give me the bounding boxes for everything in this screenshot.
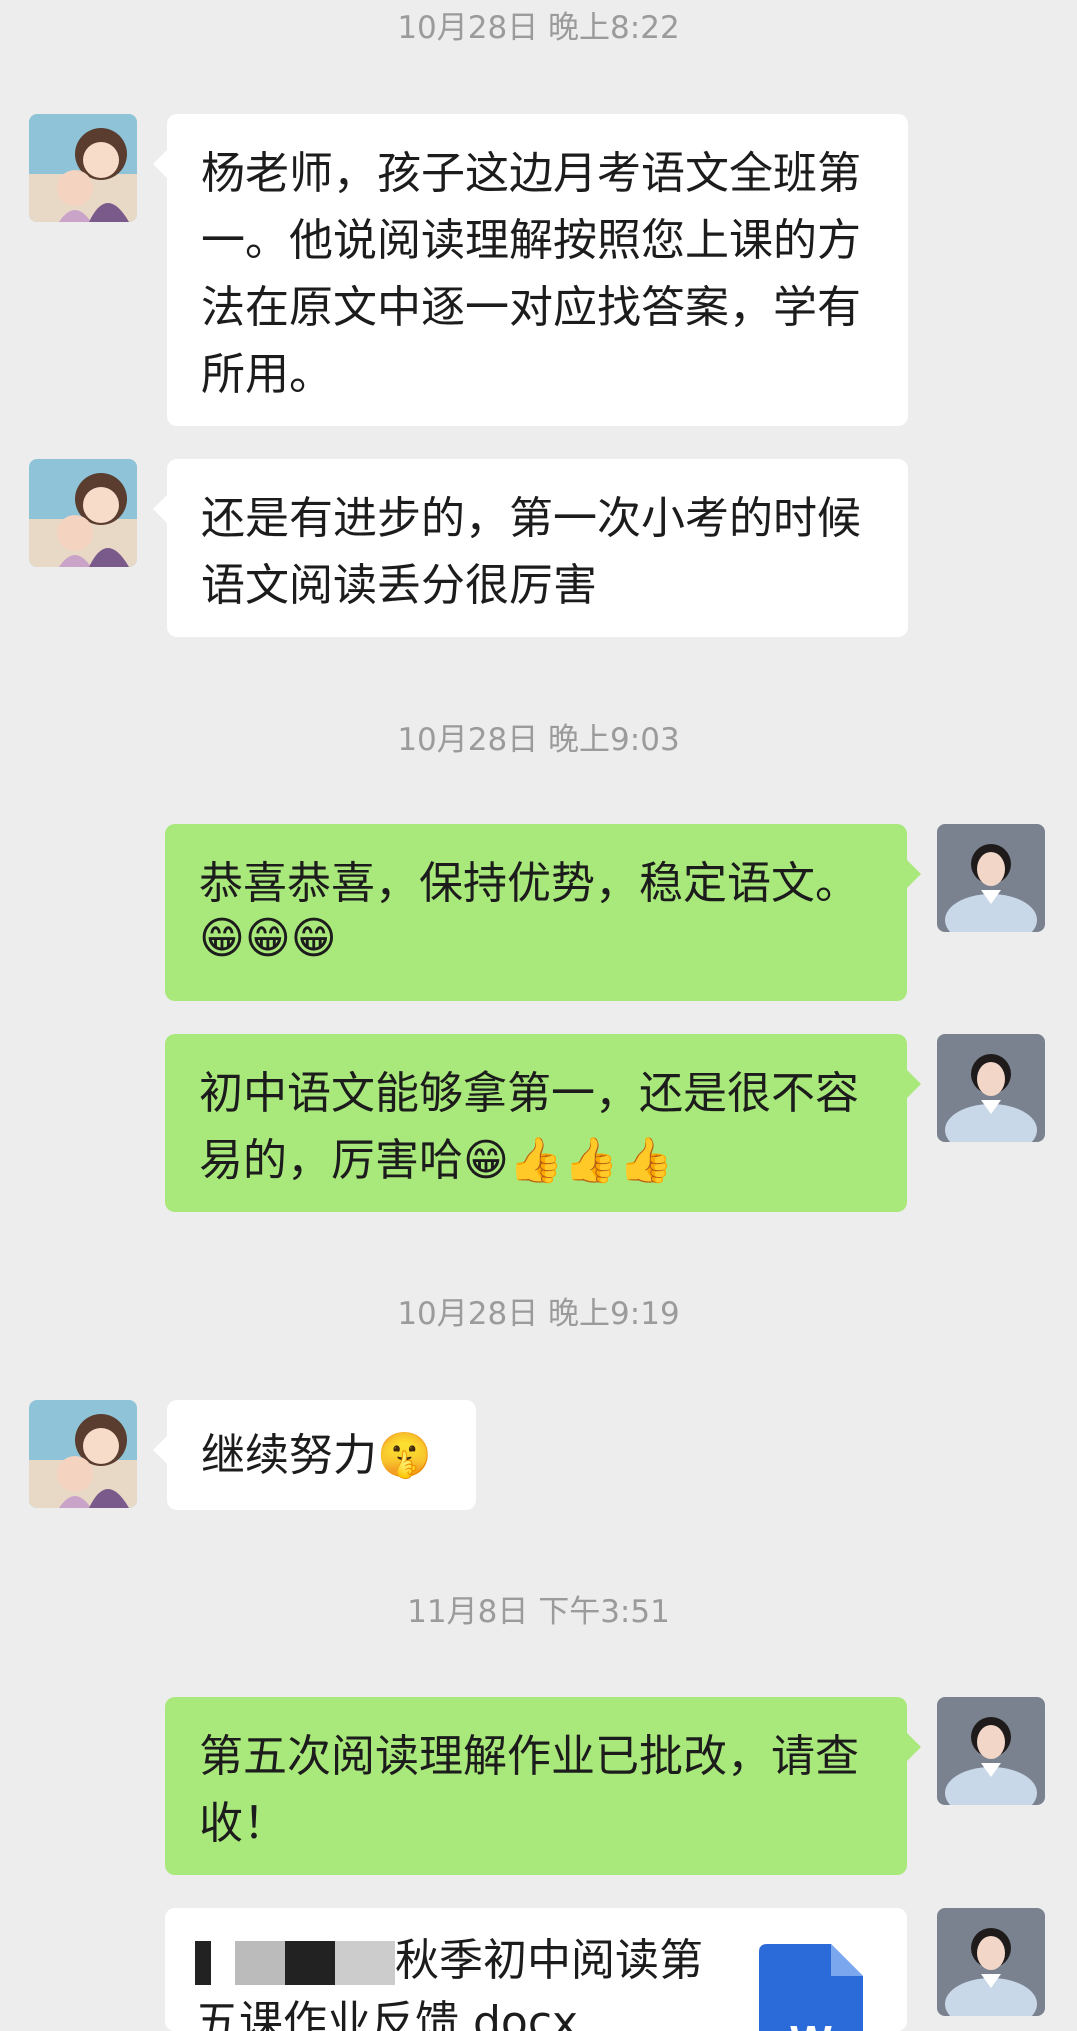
teacher-avatar[interactable]	[937, 1034, 1045, 1142]
anime-avatar-image	[29, 459, 137, 567]
message-bubble-incoming[interactable]: 还是有进步的，第一次小考的时候语文阅读丢分很厉害	[153, 459, 908, 637]
parent-avatar[interactable]	[29, 1400, 137, 1508]
message-bubble-outgoing[interactable]: 恭喜恭喜，保持优势，稳定语文。 😁😁😁	[165, 824, 921, 1001]
anime-avatar-image	[29, 1400, 137, 1508]
teacher-photo-image	[937, 1697, 1045, 1805]
message-text: 还是有进步的，第一次小考的时候语文阅读丢分很厉害	[201, 493, 861, 611]
teacher-photo-image	[937, 1908, 1045, 2016]
message-text: 恭喜恭喜，保持优势，稳定语文。	[199, 858, 859, 909]
redacted-text	[195, 1941, 395, 1985]
parent-avatar[interactable]	[29, 459, 137, 567]
message-bubble-incoming[interactable]: 杨老师，孩子这边月考语文全班第一。他说阅读理解按照您上课的方法在原文中逐一对应找…	[153, 114, 908, 426]
message-bubble-outgoing[interactable]: 第五次阅读理解作业已批改，请查收！	[165, 1697, 921, 1875]
teacher-avatar[interactable]	[937, 824, 1045, 932]
message-text: 继续努力	[201, 1430, 377, 1481]
shushing-face-emoji: 🤫	[377, 1430, 432, 1481]
teacher-photo-image	[937, 824, 1045, 932]
message-text: 第五次阅读理解作业已批改，请查收！	[199, 1731, 859, 1849]
timestamp-2: 10月28日 晚上9:03	[397, 722, 680, 758]
grin-emoji-row: 😁😁😁	[199, 913, 337, 964]
anime-avatar-image	[29, 114, 137, 222]
message-bubble-outgoing[interactable]: 初中语文能够拿第一，还是很不容易的，厉害哈😁👍👍👍	[165, 1034, 921, 1212]
teacher-avatar[interactable]	[937, 1697, 1045, 1805]
message-bubble-incoming[interactable]: 继续努力🤫	[153, 1400, 476, 1510]
file-name: 秋季初中阅读第 五课作业反馈.docx	[195, 1935, 703, 2031]
teacher-photo-image	[937, 1034, 1045, 1142]
word-doc-icon: W	[759, 1944, 863, 2031]
parent-avatar[interactable]	[29, 114, 137, 222]
teacher-avatar[interactable]	[937, 1908, 1045, 2016]
svg-text:W: W	[790, 2017, 832, 2031]
timestamp-3: 10月28日 晚上9:19	[397, 1296, 680, 1332]
timestamp-4: 11月8日 下午3:51	[407, 1594, 670, 1630]
timestamp-1: 10月28日 晚上8:22	[397, 10, 680, 46]
grin-thumbs-up-emoji: 😁👍👍👍	[463, 1135, 674, 1186]
message-text: 杨老师，孩子这边月考语文全班第一。他说阅读理解按照您上课的方法在原文中逐一对应找…	[201, 148, 861, 400]
file-attachment-card[interactable]: 秋季初中阅读第 五课作业反馈.docx W	[165, 1908, 907, 2031]
